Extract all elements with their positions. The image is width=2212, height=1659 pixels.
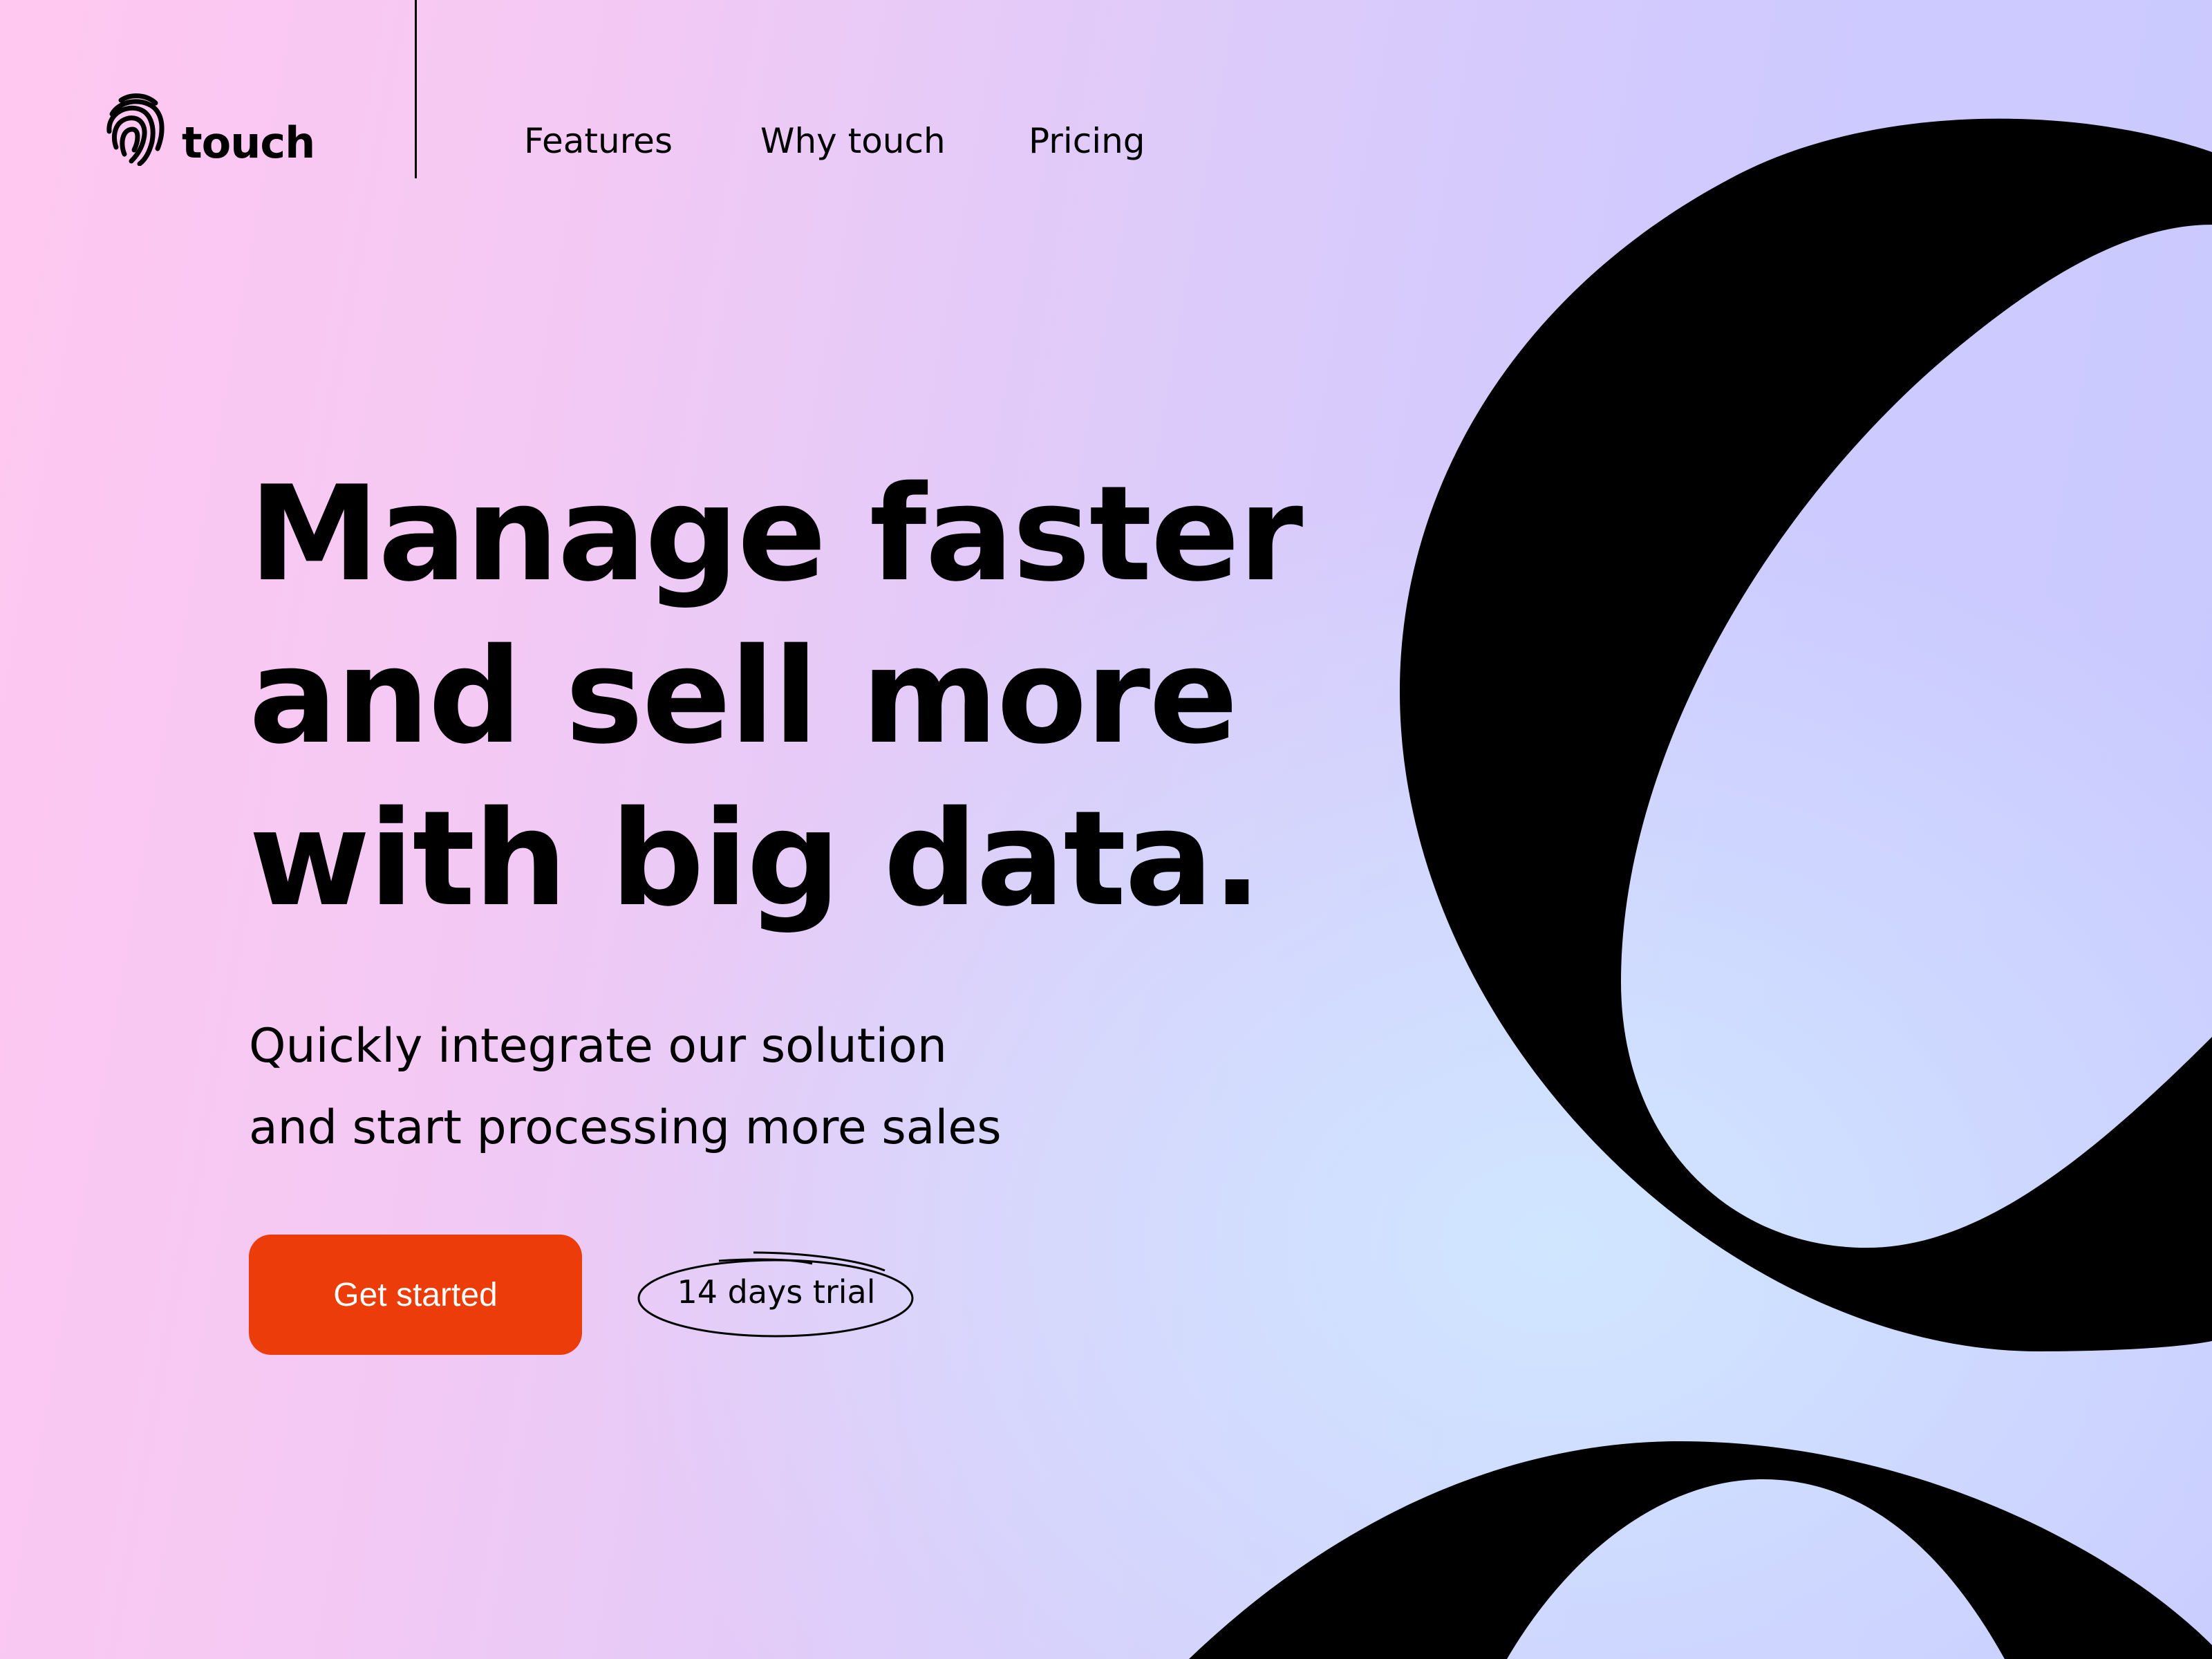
- fingerprint-icon: [106, 93, 165, 166]
- nav-features[interactable]: Features: [524, 121, 673, 161]
- nav-pricing[interactable]: Pricing: [1029, 121, 1145, 161]
- headline-line: with big data.: [249, 782, 1262, 935]
- hero-headline: Manage faster and sell more with big dat…: [249, 453, 1303, 940]
- brand-logo[interactable]: touch: [104, 93, 315, 166]
- trial-label: 14 days trial: [677, 1273, 876, 1311]
- decorative-glyph-top: [1400, 118, 2212, 1352]
- get-started-button[interactable]: Get started: [249, 1235, 582, 1355]
- subtitle-line: and start processing more sales: [249, 1100, 1002, 1155]
- nav-why-touch[interactable]: Why touch: [760, 121, 946, 161]
- decorative-glyph-bottom: [1189, 1441, 2212, 1659]
- trial-badge: 14 days trial: [636, 1250, 917, 1338]
- headline-line: and sell more: [249, 620, 1238, 773]
- header-divider: [415, 0, 417, 178]
- hero-subtitle: Quickly integrate our solution and start…: [249, 1006, 1002, 1169]
- subtitle-line: Quickly integrate our solution: [249, 1019, 947, 1074]
- headline-line: Manage faster: [249, 458, 1303, 610]
- brand-name: touch: [182, 118, 315, 168]
